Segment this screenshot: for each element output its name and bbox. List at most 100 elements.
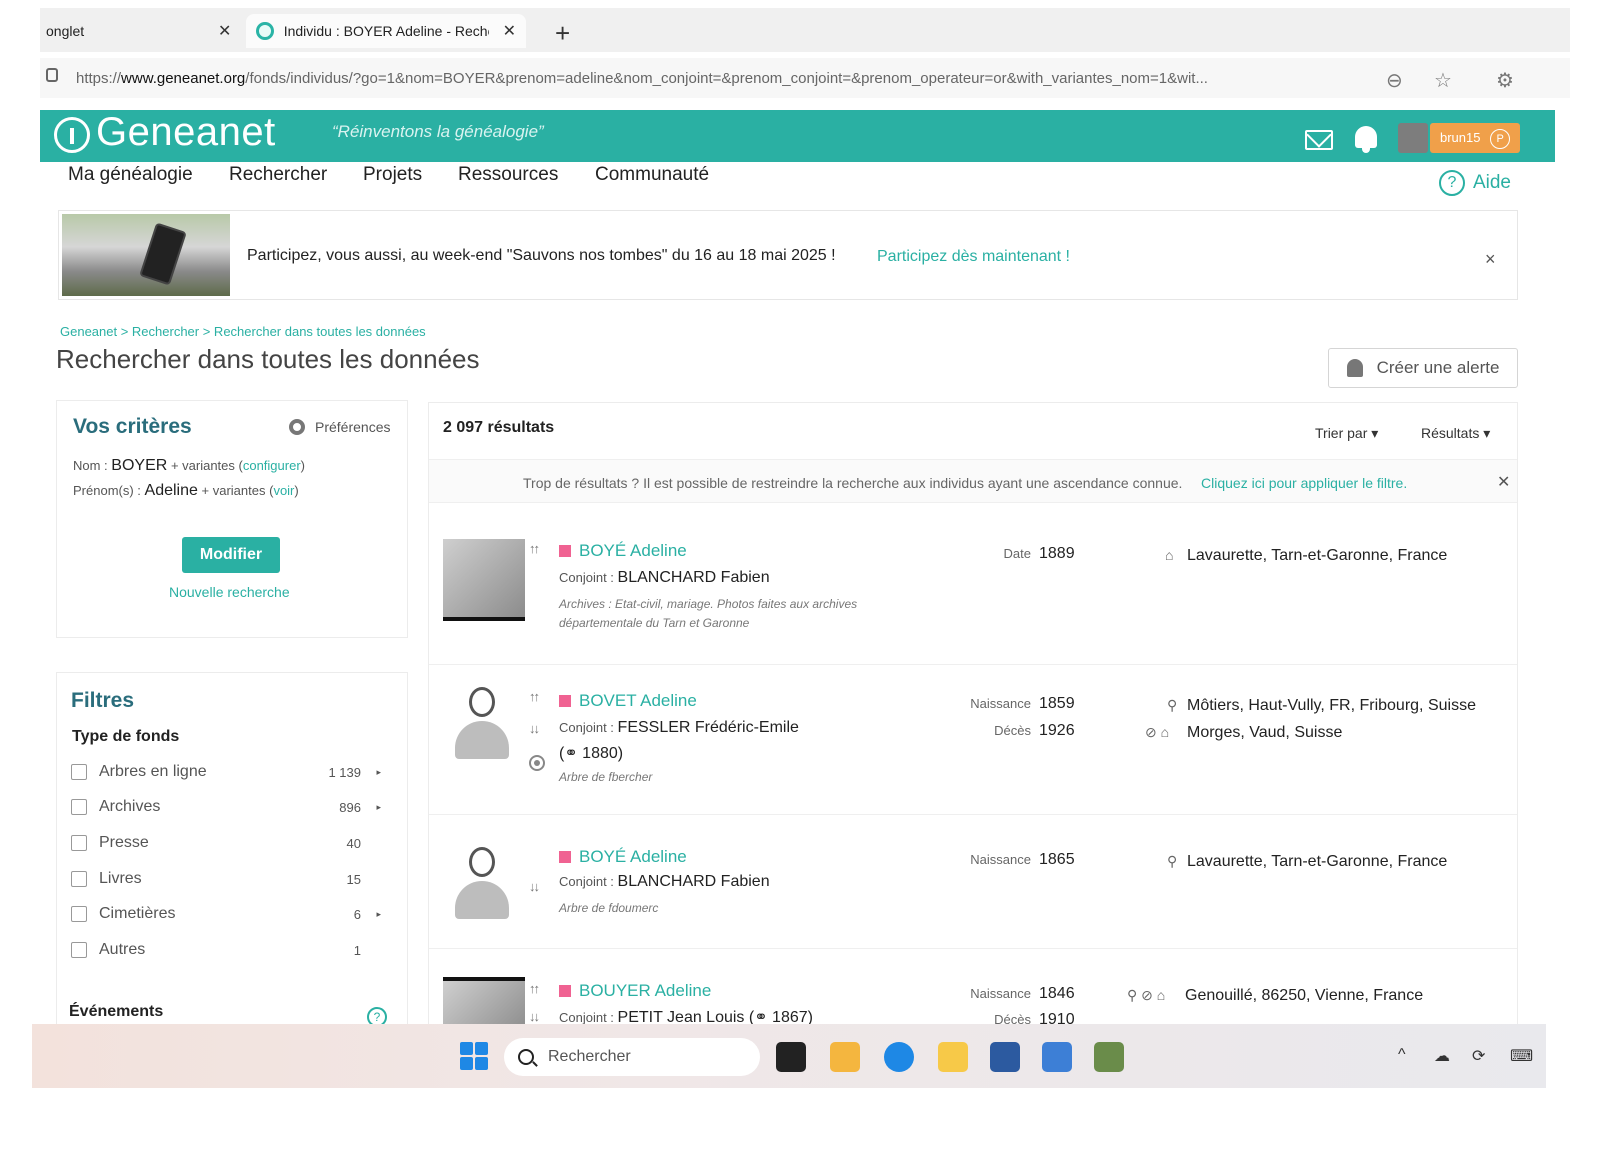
extensions-icon[interactable]: ⚙: [1496, 68, 1514, 93]
new-search-link[interactable]: Nouvelle recherche: [169, 584, 290, 600]
nav-item-projets[interactable]: Projets: [363, 164, 422, 186]
nav-item-rechercher[interactable]: Rechercher: [229, 164, 327, 186]
record-name[interactable]: BOYÉ Adeline: [579, 541, 687, 561]
document-app-icon[interactable]: [1042, 1042, 1072, 1072]
criteria-panel: Vos critères Préférences Nom : BOYER + v…: [56, 400, 408, 638]
geneanet-logo-icon[interactable]: [54, 117, 90, 153]
filter-count: 6: [353, 906, 361, 922]
chevron-up-icon[interactable]: ^: [1398, 1046, 1406, 1064]
nom-label: Nom :: [73, 458, 108, 473]
close-icon[interactable]: ✕: [1497, 472, 1510, 492]
record-thumbnail[interactable]: [443, 539, 525, 621]
checkbox[interactable]: [71, 942, 87, 958]
result-row[interactable]: ↓↓ BOYÉ Adeline Conjoint : BLANCHARD Fab…: [429, 815, 1517, 949]
record-year: 1846: [1039, 985, 1075, 1002]
taskbar-search[interactable]: Rechercher: [504, 1038, 760, 1076]
site-logo[interactable]: Geneanet: [96, 110, 276, 155]
record-place: Morges, Vaud, Suisse: [1187, 724, 1343, 741]
record-name[interactable]: BOYÉ Adeline: [579, 847, 687, 867]
task-view-icon[interactable]: [776, 1042, 806, 1072]
checkbox[interactable]: [71, 764, 87, 780]
results-dropdown[interactable]: Résultats ▾: [1421, 425, 1490, 442]
expand-arrow-icon[interactable]: ▸: [376, 802, 381, 813]
descendants-icon[interactable]: ↓↓: [529, 721, 540, 736]
target-icon[interactable]: [529, 755, 545, 771]
new-tab-button[interactable]: +: [555, 18, 570, 49]
close-icon[interactable]: ✕: [503, 21, 516, 41]
sort-dropdown[interactable]: Trier par ▾: [1315, 425, 1378, 442]
sync-icon[interactable]: ⟳: [1472, 1046, 1485, 1066]
ascendants-icon[interactable]: ↑↑: [529, 689, 540, 704]
filter-archives[interactable]: Archives 896 ▸: [71, 795, 381, 819]
record-place: Môtiers, Haut-Vully, FR, Fribourg, Suiss…: [1187, 697, 1476, 714]
checkbox[interactable]: [71, 835, 87, 851]
file-explorer-icon[interactable]: [830, 1042, 860, 1072]
notice-text: Trop de résultats ? Il est possible de r…: [523, 475, 1183, 491]
result-row[interactable]: ↑↑ BOYÉ Adeline Conjoint : BLANCHARD Fab…: [429, 523, 1517, 665]
edge-browser-icon[interactable]: [884, 1042, 914, 1072]
promo-banner: Participez, vous aussi, au week-end "Sau…: [58, 210, 1518, 300]
breadcrumb[interactable]: Geneanet > Rechercher > Rechercher dans …: [60, 324, 426, 339]
record-name[interactable]: BOVET Adeline: [579, 691, 697, 711]
create-alert-button[interactable]: Créer une alerte: [1328, 348, 1518, 388]
avatar[interactable]: [1398, 123, 1428, 153]
result-row[interactable]: ↑↑ ↓↓ BOVET Adeline Conjoint : FESSLER F…: [429, 665, 1517, 815]
filter-arbres[interactable]: Arbres en ligne 1 139 ▸: [71, 760, 381, 784]
more-options-icon[interactable]: ⊖: [1386, 68, 1403, 93]
app-icon[interactable]: [938, 1042, 968, 1072]
voir-link[interactable]: voir: [273, 483, 294, 498]
descendants-icon[interactable]: ↓↓: [529, 1009, 540, 1024]
preferences-button[interactable]: Préférences: [289, 419, 390, 435]
nav-item-ressources[interactable]: Ressources: [458, 164, 558, 186]
filters-panel: Filtres Type de fonds Arbres en ligne 1 …: [56, 672, 408, 1032]
help-link[interactable]: ? Aide: [1438, 170, 1511, 196]
bell-icon[interactable]: [1355, 126, 1377, 153]
windows-start-icon[interactable]: [460, 1042, 488, 1070]
filter-count: 40: [346, 835, 361, 851]
record-source: Archives : Etat-civil, mariage. Photos f…: [559, 597, 858, 630]
too-many-results-notice: Trop de résultats ? Il est possible de r…: [429, 459, 1517, 503]
ascendants-icon[interactable]: ↑↑: [529, 541, 540, 556]
store-icon[interactable]: [990, 1042, 1020, 1072]
spouse-name: FESSLER Frédéric-Emile: [617, 719, 799, 736]
close-icon[interactable]: ×: [1485, 249, 1496, 270]
record-source[interactable]: Arbre de fbercher: [559, 768, 859, 787]
url-field[interactable]: https://www.geneanet.org/fonds/individus…: [76, 70, 1426, 87]
lock-icon[interactable]: [46, 68, 58, 82]
photos-icon[interactable]: [1094, 1042, 1124, 1072]
filter-livres[interactable]: Livres 15: [71, 867, 381, 891]
result-row[interactable]: ↑↑ ↓↓ BOUYER Adeline Conjoint : PETIT Je…: [429, 949, 1517, 1033]
onedrive-icon[interactable]: ☁: [1434, 1046, 1450, 1066]
keyboard-icon[interactable]: ⌨: [1510, 1046, 1533, 1066]
checkbox[interactable]: [71, 906, 87, 922]
preferences-label: Préférences: [315, 419, 391, 435]
filter-presse[interactable]: Presse 40: [71, 831, 381, 855]
mail-icon[interactable]: [1305, 130, 1333, 150]
modify-button[interactable]: Modifier: [182, 537, 280, 573]
record-source[interactable]: Arbre de fdoumerc: [559, 899, 859, 918]
home-icon: ⌂: [1165, 547, 1174, 563]
descendants-icon[interactable]: ↓↓: [529, 879, 540, 894]
ascendants-icon[interactable]: ↑↑: [529, 981, 540, 996]
tab-onglet[interactable]: onglet ✕: [46, 14, 246, 48]
filter-autres[interactable]: Autres 1: [71, 938, 381, 962]
criteria-title: Vos critères: [73, 415, 192, 438]
filter-label: Arbres en ligne: [99, 763, 207, 780]
expand-arrow-icon[interactable]: ▸: [376, 909, 381, 920]
checkbox[interactable]: [71, 799, 87, 815]
expand-arrow-icon[interactable]: ▸: [376, 767, 381, 778]
tab-individu[interactable]: Individu : BOYER Adeline - Reche ✕: [246, 14, 526, 48]
apply-filter-link[interactable]: Cliquez ici pour appliquer le filtre.: [1201, 475, 1407, 491]
record-name[interactable]: BOUYER Adeline: [579, 981, 711, 1001]
record-spouse: Conjoint : BLANCHARD Fabien: [559, 569, 770, 587]
filter-cimetieres[interactable]: Cimetières 6 ▸: [71, 902, 381, 926]
close-icon[interactable]: ✕: [218, 21, 231, 41]
configure-link[interactable]: configurer: [243, 458, 301, 473]
checkbox[interactable]: [71, 871, 87, 887]
user-menu[interactable]: brun15 P: [1430, 123, 1521, 153]
spouse-label: Conjoint :: [559, 570, 614, 585]
nav-item-communaute[interactable]: Communauté: [595, 164, 709, 186]
favorite-star-icon[interactable]: ☆: [1434, 68, 1452, 93]
banner-link[interactable]: Participez dès maintenant !: [877, 248, 1070, 266]
nav-item-ma-genealogie[interactable]: Ma généalogie: [68, 164, 193, 186]
